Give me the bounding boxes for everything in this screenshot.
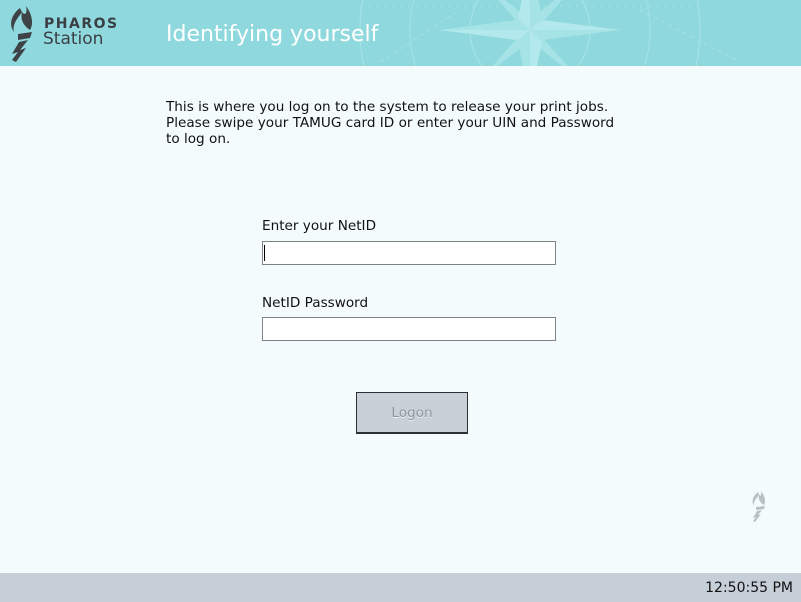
header-bar: PHAROS Station Identifying yourself [0, 0, 801, 66]
netid-label: Enter your NetID [262, 218, 377, 234]
logon-button[interactable]: Logon [356, 392, 468, 434]
password-input[interactable] [262, 317, 556, 341]
status-bar: 12:50:55 PM [0, 573, 801, 602]
logo-wordmark-bottom: Station [43, 29, 104, 49]
pharos-torch-icon [752, 491, 765, 522]
clock: 12:50:55 PM [705, 580, 793, 596]
text-cursor [264, 245, 265, 261]
instructions-body: This is where you log on to the system t… [166, 99, 615, 147]
password-label: NetID Password [262, 295, 369, 311]
pharos-station-logo: PHAROS Station [6, 4, 126, 64]
page-title: Identifying yourself [166, 22, 379, 47]
instructions-text: This is where you log on to the system t… [166, 99, 626, 147]
netid-input[interactable] [262, 241, 556, 265]
pharos-torch-icon [11, 6, 33, 62]
